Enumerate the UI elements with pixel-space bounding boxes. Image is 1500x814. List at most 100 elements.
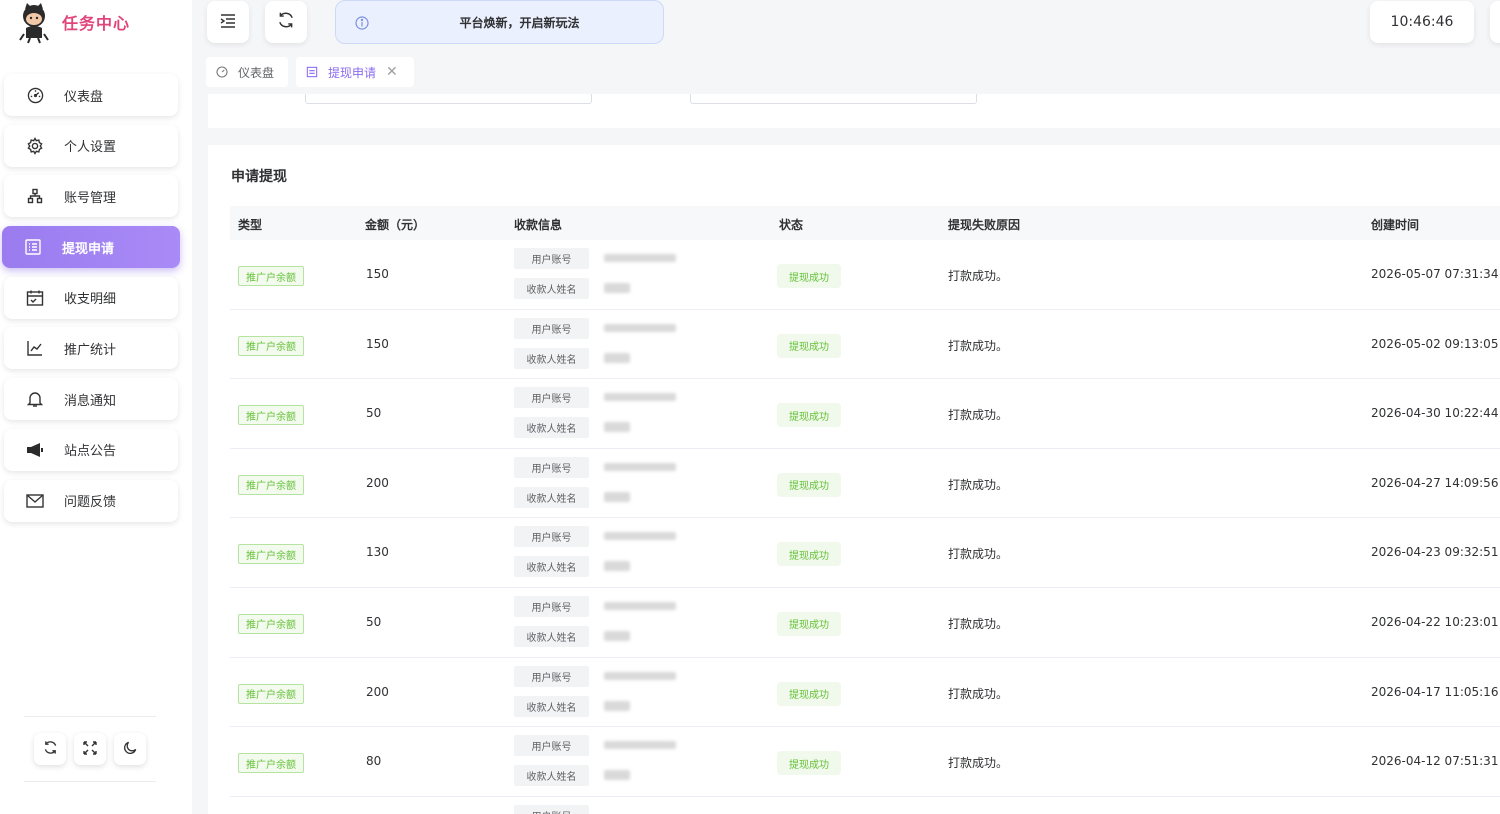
table-body: 推广户余额 150 用户账号 收款人姓名 提现成功 打款成功。 2026-05-… [230,240,1500,814]
clock: 10:46:46 [1370,1,1474,43]
account-label: 用户账号 [514,387,589,409]
column-header: 收款信息 [514,218,563,232]
type-tag: 推广户余额 [238,474,304,495]
redacted-value [604,323,676,332]
redacted-value [604,491,630,502]
dark-mode-button[interactable] [114,733,146,765]
payee-name-label: 收款人姓名 [514,695,589,717]
sidebar: 任务中心 仪表盘 个人设置 账号管理 提现申请 收支明细 推广统计 消息通知 站… [0,0,192,814]
table-row[interactable]: 推广户余额 130 用户账号 收款人姓名 提现成功 打款成功。 2026-04-… [230,518,1500,588]
sidebar-item-notifications[interactable]: 消息通知 [4,378,178,421]
table-row[interactable]: 用户账号 [230,797,1500,814]
refresh-button[interactable] [34,733,66,765]
amount: 200 [366,684,389,699]
sidebar-item-dashboard[interactable]: 仪表盘 [4,74,178,116]
type-tag: 推广户余额 [238,335,304,356]
column-header: 状态 [779,218,804,232]
moon-icon [123,740,138,759]
account-label: 用户账号 [514,456,589,478]
collapse-sidebar-button[interactable] [207,1,249,43]
redacted-value [604,561,630,572]
account-label: 用户账号 [514,248,589,269]
dashboard-icon [26,86,44,104]
sidebar-item-label: 仪表盘 [64,89,104,105]
sidebar-menu: 仪表盘 个人设置 账号管理 提现申请 收支明细 推广统计 消息通知 站点公告 问… [2,74,180,530]
redacted-value [604,462,676,471]
brand[interactable]: 任务中心 [12,0,130,44]
type-tag: 推广户余额 [238,266,304,286]
redacted-value [604,671,676,680]
sidebar-item-announcements[interactable]: 站点公告 [4,428,178,471]
fail-reason: 打款成功。 [948,756,1009,771]
redacted-value [604,283,630,293]
account-label: 用户账号 [514,595,589,617]
fail-reason: 打款成功。 [948,686,1009,701]
status-badge: 提现成功 [777,681,841,706]
created-time: 2026-04-23 09:32:51 [1371,545,1499,560]
account-label: 用户账号 [514,804,589,814]
withdraw-card: 申请提现 类型 金额（元） 收款信息 状态 提现失败原因 创建时间 推广户余额 … [208,145,1500,814]
payee-name-label: 收款人姓名 [514,486,589,508]
close-icon[interactable]: ✕ [386,64,398,80]
payee-name-label: 收款人姓名 [514,278,589,299]
account-label: 用户账号 [514,735,589,757]
header-edge-button[interactable] [1490,1,1500,43]
list-icon [306,66,318,78]
created-time: 2026-05-02 09:13:05 [1371,336,1499,351]
reload-button[interactable] [265,1,307,43]
tab-withdraw[interactable]: 提现申请 ✕ [296,57,414,87]
filter-input[interactable] [690,94,977,104]
redacted-value [604,532,676,541]
table-row[interactable]: 推广户余额 200 用户账号 收款人姓名 提现成功 打款成功。 2026-04-… [230,658,1500,728]
octocat-logo-icon [12,0,56,44]
table-header: 类型 金额（元） 收款信息 状态 提现失败原因 创建时间 [230,206,1500,240]
redacted-value [604,630,630,641]
sidebar-item-label: 消息通知 [64,393,117,409]
refresh-icon [43,740,58,759]
fail-reason: 打款成功。 [948,616,1009,631]
payee-name-label: 收款人姓名 [514,556,589,578]
column-header: 创建时间 [1371,218,1420,232]
status-badge: 提现成功 [777,611,841,636]
amount: 130 [366,545,389,560]
filter-input[interactable] [305,94,592,104]
fullscreen-icon [83,740,97,759]
sidebar-item-settings[interactable]: 个人设置 [4,124,178,167]
amount: 150 [366,336,389,351]
sidebar-item-withdraw[interactable]: 提现申请 [2,226,180,269]
type-tag: 推广户余额 [238,753,304,774]
payee-name-label: 收款人姓名 [514,765,589,787]
amount: 200 [366,475,389,490]
sidebar-item-accounts[interactable]: 账号管理 [4,175,178,218]
table-row[interactable]: 推广户余额 150 用户账号 收款人姓名 提现成功 打款成功。 2026-05-… [230,240,1500,310]
refresh-icon [277,11,295,33]
megaphone-icon [26,441,44,459]
filter-card [208,94,1500,128]
table-row[interactable]: 推广户余额 150 用户账号 收款人姓名 提现成功 打款成功。 2026-05-… [230,310,1500,380]
table-row[interactable]: 推广户余额 50 用户账号 收款人姓名 提现成功 打款成功。 2026-04-3… [230,379,1500,449]
bell-icon [26,390,44,408]
sidebar-item-label: 提现申请 [62,241,115,257]
fail-reason: 打款成功。 [948,408,1009,423]
type-tag: 推广户余额 [238,405,304,426]
redacted-value [604,254,676,262]
line-chart-icon [26,339,44,357]
sidebar-item-label: 站点公告 [64,444,117,460]
sidebar-item-promotion-stats[interactable]: 推广统计 [4,327,178,370]
table-row[interactable]: 推广户余额 80 用户账号 收款人姓名 提现成功 打款成功。 2026-04-1… [230,727,1500,797]
fullscreen-button[interactable] [74,733,106,765]
created-time: 2026-05-07 07:31:34 [1371,267,1499,281]
sidebar-item-finance[interactable]: 收支明细 [4,276,178,319]
sidebar-item-feedback[interactable]: 问题反馈 [4,479,178,522]
payee-name-label: 收款人姓名 [514,347,589,369]
menu-fold-icon [220,13,236,32]
account-label: 用户账号 [514,665,589,687]
tab-dashboard[interactable]: 仪表盘 [206,57,288,87]
table-row[interactable]: 推广户余额 50 用户账号 收款人姓名 提现成功 打款成功。 2026-04-2… [230,588,1500,658]
fail-reason: 打款成功。 [948,338,1009,353]
status-badge: 提现成功 [777,472,841,497]
notice-banner: 平台焕新，开启新玩法 [335,0,664,44]
table-row[interactable]: 推广户余额 200 用户账号 收款人姓名 提现成功 打款成功。 2026-04-… [230,449,1500,519]
type-tag: 推广户余额 [238,613,304,634]
notice-text: 平台焕新，开启新玩法 [459,15,580,30]
